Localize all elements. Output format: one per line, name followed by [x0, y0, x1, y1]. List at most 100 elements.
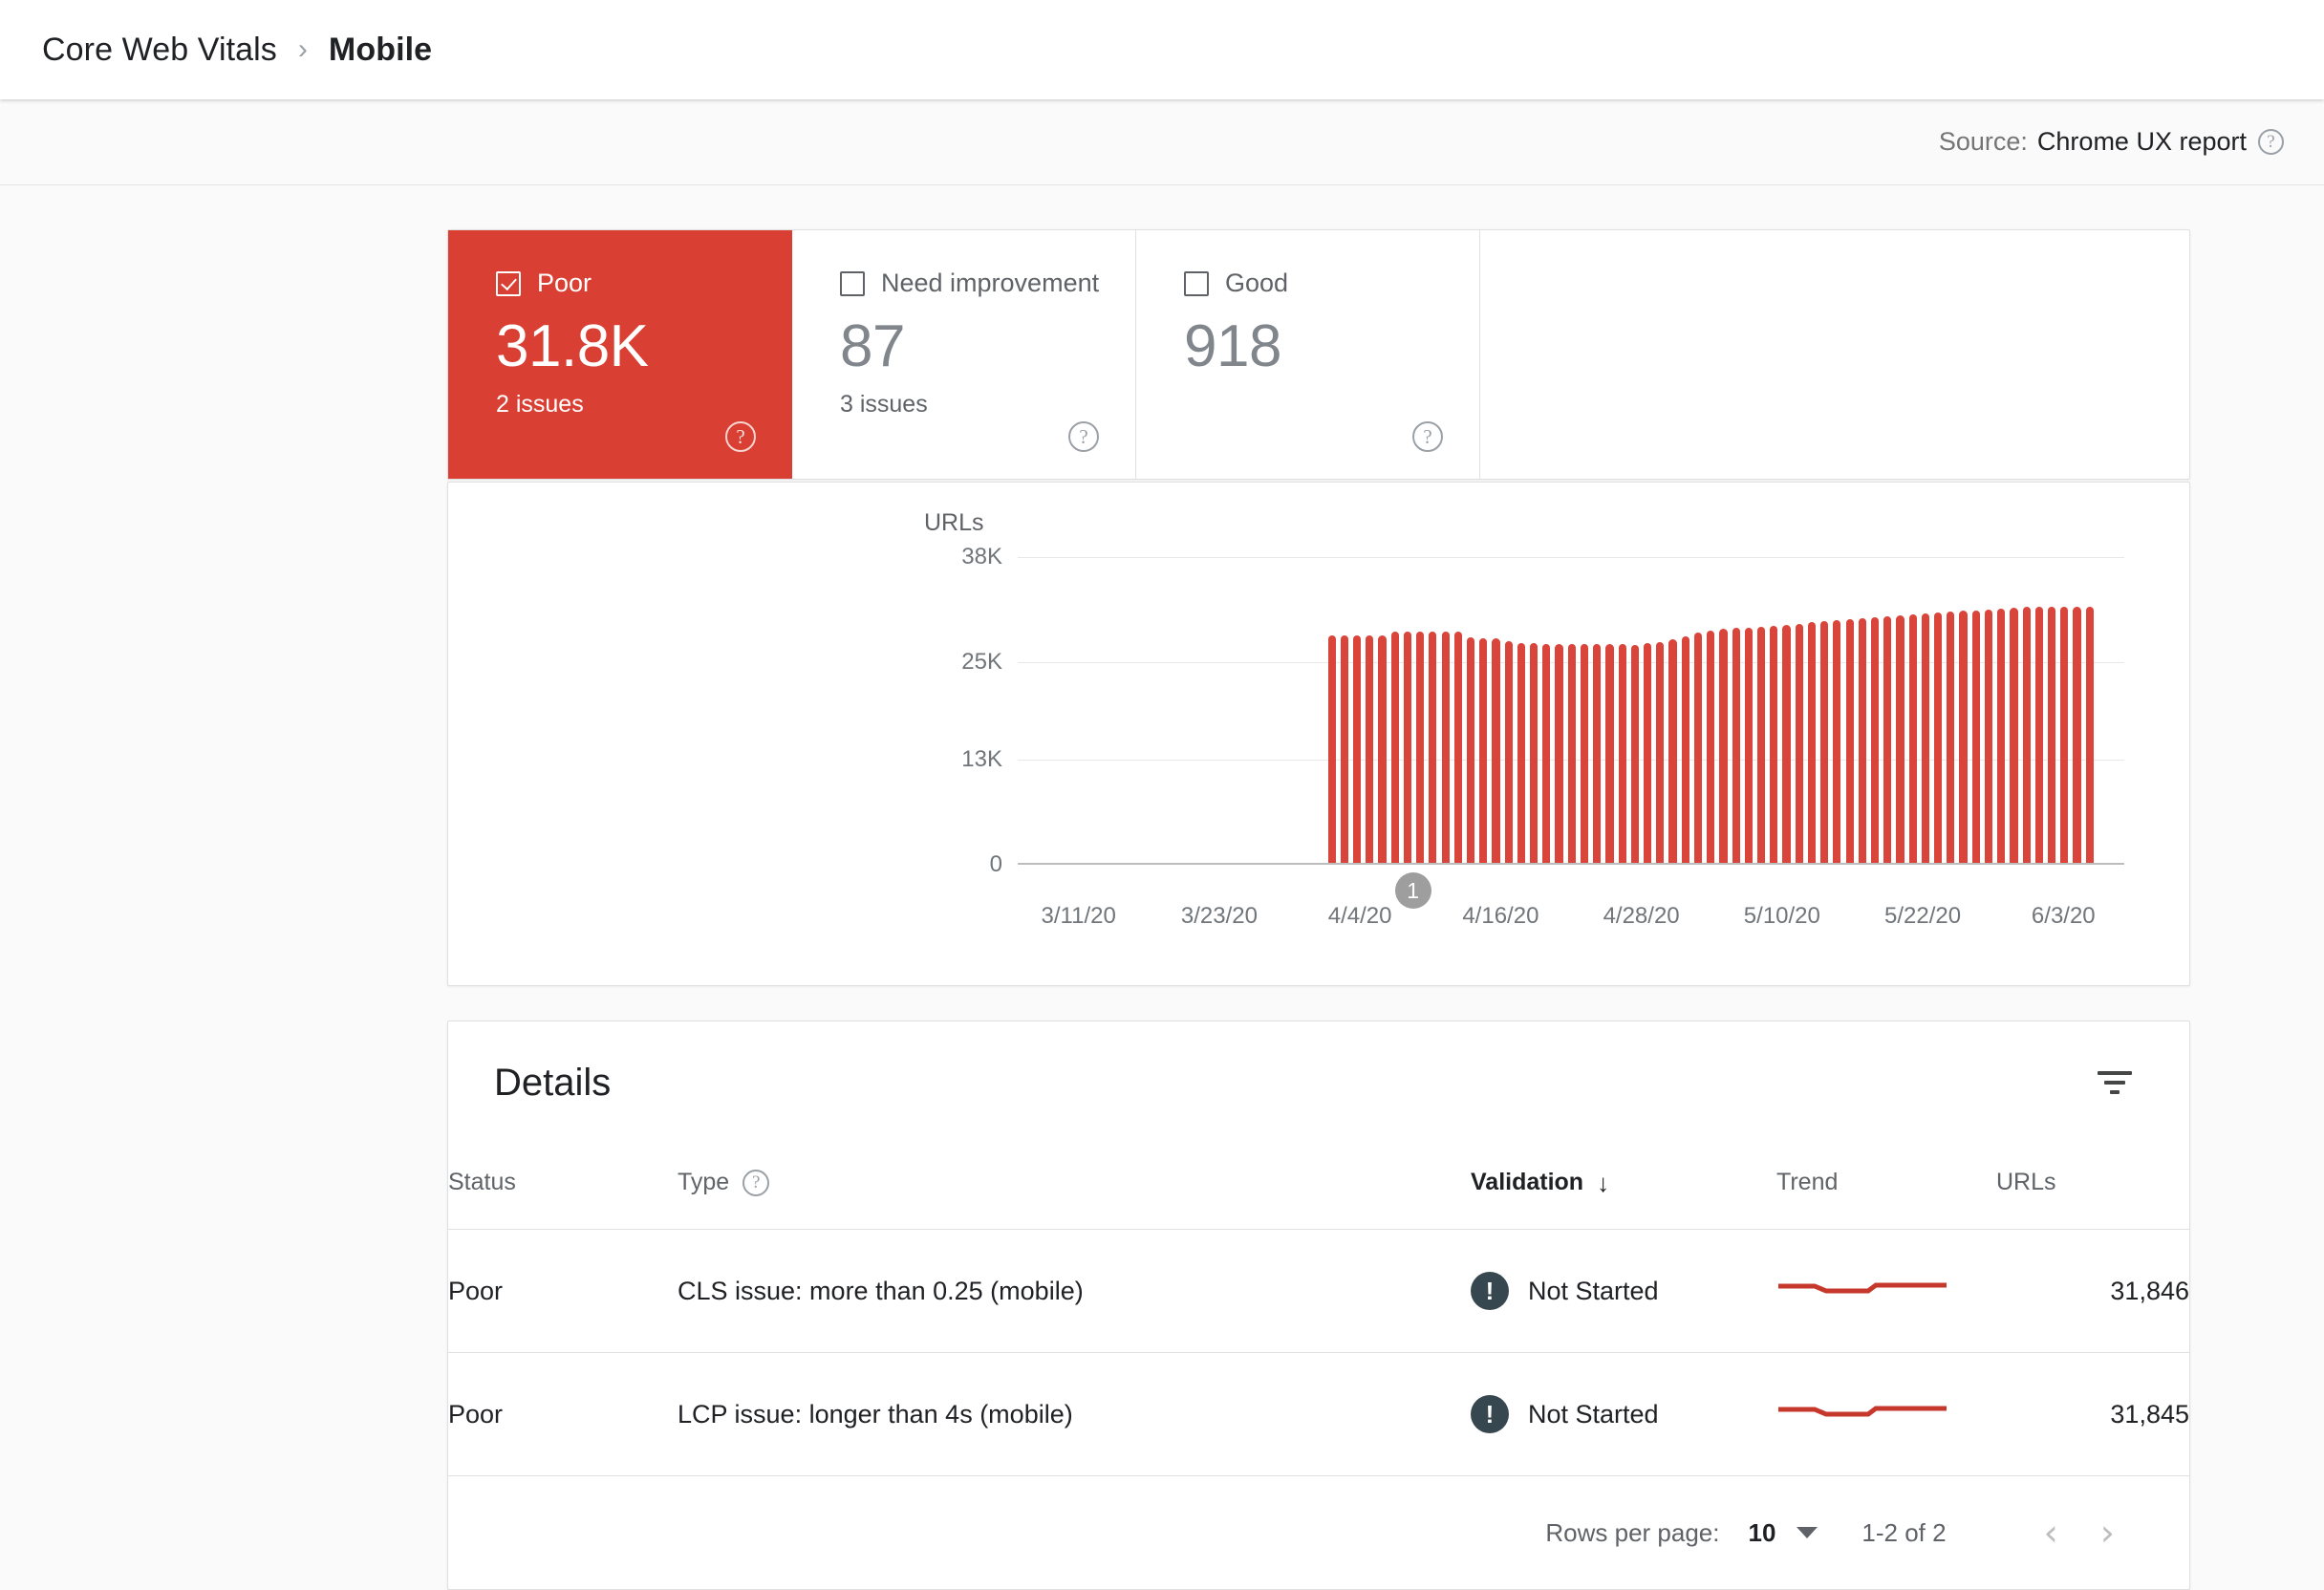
chart-bar-slot[interactable] — [1932, 557, 1945, 863]
table-row[interactable]: Poor CLS issue: more than 0.25 (mobile) … — [448, 1230, 2189, 1353]
chart-bar-slot[interactable] — [1603, 557, 1616, 863]
chart-bar-slot[interactable] — [1679, 557, 1691, 863]
rows-per-page-value[interactable]: 10 — [1749, 1518, 1776, 1548]
chart-bar-slot[interactable] — [1957, 557, 1969, 863]
chart-bar-slot[interactable] — [1262, 557, 1275, 863]
chart-bar-slot[interactable] — [2046, 557, 2058, 863]
chart-bar-slot[interactable] — [1452, 557, 1464, 863]
chart-bar-slot[interactable] — [2020, 557, 2033, 863]
breadcrumb-root[interactable]: Core Web Vitals — [42, 32, 277, 69]
chart-bar-slot[interactable] — [1376, 557, 1388, 863]
chart-bar-slot[interactable] — [1616, 557, 1628, 863]
checkbox-need-improvement[interactable] — [840, 271, 865, 296]
chart-bars[interactable] — [1035, 557, 2096, 863]
metric-card-poor[interactable]: Poor 31.8K 2 issues ? — [448, 230, 792, 479]
chart-bar-slot[interactable] — [1528, 557, 1540, 863]
column-header-trend[interactable]: Trend — [1776, 1144, 1996, 1230]
checkbox-good[interactable] — [1184, 271, 1209, 296]
chart-bar-slot[interactable] — [1995, 557, 2008, 863]
chart-bar-slot[interactable] — [1591, 557, 1603, 863]
metric-card-need-improvement[interactable]: Need improvement 87 3 issues ? — [792, 230, 1136, 479]
chart-bar-slot[interactable] — [1149, 557, 1161, 863]
column-header-type[interactable]: Type ? — [678, 1144, 1471, 1230]
chart-bar-slot[interactable] — [1110, 557, 1123, 863]
chart-annotation-marker[interactable]: 1 — [1395, 872, 1431, 909]
chart-bar-slot[interactable] — [1793, 557, 1805, 863]
chart-bar-slot[interactable] — [1464, 557, 1476, 863]
chart-bar-slot[interactable] — [1654, 557, 1667, 863]
column-header-urls[interactable]: URLs — [1996, 1144, 2189, 1230]
chart-bar-slot[interactable] — [1047, 557, 1060, 863]
checkbox-poor[interactable] — [496, 271, 521, 296]
chart-bar-slot[interactable] — [1945, 557, 1957, 863]
chart-bar-slot[interactable] — [1325, 557, 1338, 863]
chart-bar-slot[interactable] — [1124, 557, 1136, 863]
chart-bar-slot[interactable] — [1628, 557, 1641, 863]
chart-bar-slot[interactable] — [1313, 557, 1325, 863]
chart-bar-slot[interactable] — [1894, 557, 1906, 863]
chart-bar-slot[interactable] — [1364, 557, 1376, 863]
source-help-icon[interactable]: ? — [2258, 129, 2284, 155]
chart-bar-slot[interactable] — [1882, 557, 1894, 863]
chart-bar-slot[interactable] — [1906, 557, 1919, 863]
chart-bar-slot[interactable] — [1338, 557, 1350, 863]
chart-bar-slot[interactable] — [1805, 557, 1818, 863]
filter-icon[interactable] — [2094, 1062, 2136, 1104]
metric-help-icon-good[interactable]: ? — [1412, 421, 1443, 452]
chart-bar-slot[interactable] — [1161, 557, 1173, 863]
chart-bar-slot[interactable] — [1350, 557, 1363, 863]
chart-bar-slot[interactable] — [1553, 557, 1565, 863]
chart-bar-slot[interactable] — [1035, 557, 1047, 863]
chart-bar-slot[interactable] — [1642, 557, 1654, 863]
chart-bar-slot[interactable] — [1969, 557, 1982, 863]
chart-bar-slot[interactable] — [1237, 557, 1250, 863]
chart-bar-slot[interactable] — [1742, 557, 1754, 863]
chart-bar-slot[interactable] — [1173, 557, 1186, 863]
chart-bar-slot[interactable] — [1439, 557, 1452, 863]
chart-bar-slot[interactable] — [1414, 557, 1427, 863]
chart-bar-slot[interactable] — [1073, 557, 1086, 863]
metric-help-icon-need-improvement[interactable]: ? — [1068, 421, 1099, 452]
chart-bar-slot[interactable] — [2058, 557, 2071, 863]
chart-bar-slot[interactable] — [1515, 557, 1527, 863]
chart-bar-slot[interactable] — [1982, 557, 1994, 863]
chart-bar-slot[interactable] — [2033, 557, 2045, 863]
chart-bar-slot[interactable] — [1730, 557, 1742, 863]
chart-bar-slot[interactable] — [1212, 557, 1224, 863]
chart-bar-slot[interactable] — [2083, 557, 2096, 863]
column-header-status[interactable]: Status — [448, 1144, 678, 1230]
chart-bar-slot[interactable] — [1401, 557, 1413, 863]
chevron-down-icon[interactable] — [1797, 1527, 1818, 1538]
chart-bar-slot[interactable] — [1717, 557, 1730, 863]
chart-bar-slot[interactable] — [1780, 557, 1793, 863]
chart-bar-slot[interactable] — [1301, 557, 1313, 863]
chart-bar-slot[interactable] — [1502, 557, 1515, 863]
chart-bar-slot[interactable] — [1086, 557, 1098, 863]
chart-bar-slot[interactable] — [1856, 557, 1868, 863]
chart-bar-slot[interactable] — [1540, 557, 1553, 863]
chart-bar-slot[interactable] — [1565, 557, 1578, 863]
chart-bar-slot[interactable] — [1705, 557, 1717, 863]
chart-bar-slot[interactable] — [1427, 557, 1439, 863]
next-page-button[interactable]: › — [2079, 1515, 2136, 1551]
metric-help-icon-poor[interactable]: ? — [725, 421, 756, 452]
chart-bar-slot[interactable] — [1250, 557, 1262, 863]
chart-bar-slot[interactable] — [1187, 557, 1199, 863]
chart-bar-slot[interactable] — [1388, 557, 1401, 863]
chart-bar-slot[interactable] — [1098, 557, 1110, 863]
chart-bar-slot[interactable] — [1843, 557, 1856, 863]
chart-bar-slot[interactable] — [1578, 557, 1590, 863]
chart-bar-slot[interactable] — [1477, 557, 1490, 863]
chart-bar-slot[interactable] — [1768, 557, 1780, 863]
chart-bar-slot[interactable] — [1287, 557, 1300, 863]
chart-bar-slot[interactable] — [1831, 557, 1843, 863]
chart-bar-slot[interactable] — [1224, 557, 1237, 863]
type-help-icon[interactable]: ? — [742, 1170, 769, 1196]
table-row[interactable]: Poor LCP issue: longer than 4s (mobile) … — [448, 1353, 2189, 1476]
chart-bar-slot[interactable] — [1691, 557, 1704, 863]
chart-bar-slot[interactable] — [1919, 557, 1931, 863]
chart-bar-slot[interactable] — [1060, 557, 1072, 863]
chart-bar-slot[interactable] — [1275, 557, 1287, 863]
column-header-validation[interactable]: Validation ↓ — [1471, 1144, 1776, 1230]
chart-bar-slot[interactable] — [1818, 557, 1831, 863]
